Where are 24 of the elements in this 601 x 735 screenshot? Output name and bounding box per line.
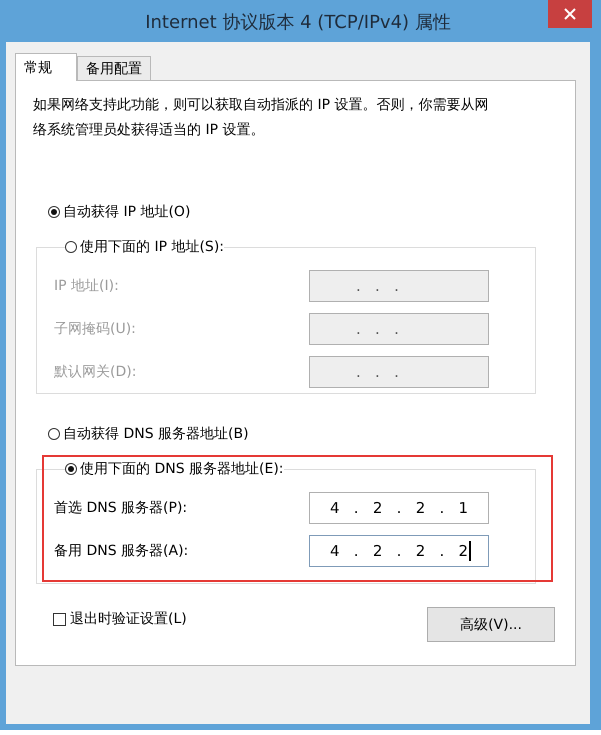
window-title: Internet 协议版本 4 (TCP/IPv4) 属性 [145, 11, 451, 34]
option-label[interactable]: 使用下面的 DNS 服务器地址(E): [80, 460, 284, 478]
advanced-button[interactable]: 高级(V)... [427, 607, 555, 642]
close-button[interactable] [548, 0, 592, 28]
close-icon [564, 8, 576, 20]
tab[interactable]: 备用配置 [77, 56, 151, 80]
field-label: 子网掩码(U): [54, 320, 137, 338]
field-label: 备用 DNS 服务器(A): [54, 542, 190, 560]
input-field[interactable]: 4 . 2 . 2 . 2 [309, 535, 489, 567]
option-label[interactable]: 自动获得 DNS 服务器地址(B) [63, 425, 249, 443]
input-field[interactable]: 4 . 2 . 2 . 1 [309, 492, 489, 524]
radio-button[interactable] [48, 428, 60, 440]
radio-button[interactable] [65, 463, 77, 475]
checkbox[interactable] [53, 612, 66, 626]
field-label: 首选 DNS 服务器(P): [54, 499, 188, 517]
option-label[interactable]: 自动获得 IP 地址(O) [63, 203, 190, 221]
tab[interactable]: 常规 [15, 53, 77, 81]
description-text: 如果网络支持此功能，则可以获取自动指派的 IP 设置。否则，你需要从网络系统管理员处获得适当的 IP 设置。 [33, 96, 490, 140]
checkbox-label[interactable]: 退出时验证设置(L) [70, 610, 187, 628]
field-label: IP 地址(I): [54, 277, 120, 295]
radio-button[interactable] [48, 206, 60, 218]
field-label: 默认网关(D): [54, 363, 138, 381]
radio-button[interactable] [65, 241, 77, 253]
option-label[interactable]: 使用下面的 IP 地址(S): [80, 238, 224, 256]
